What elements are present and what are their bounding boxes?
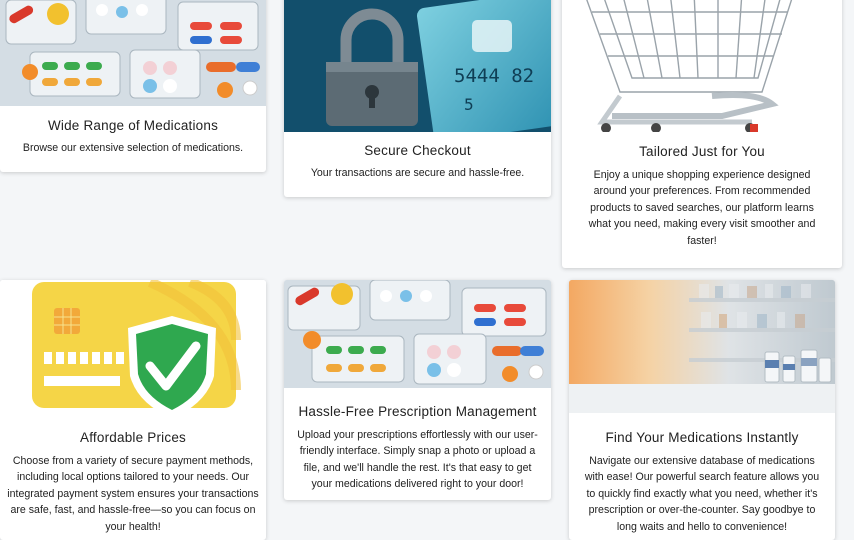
feature-card-tailored: Tailored Just for You Enjoy a unique sho…	[562, 0, 842, 268]
pills-image	[0, 0, 266, 106]
card-title: Hassle-Free Prescription Management	[298, 404, 537, 419]
feature-card-prescription-management: Hassle-Free Prescription Management Uplo…	[284, 280, 551, 500]
card-title: Affordable Prices	[80, 430, 186, 445]
pills-image	[284, 280, 551, 388]
card-title: Tailored Just for You	[639, 144, 765, 159]
feature-card-medications: Wide Range of Medications Browse our ext…	[0, 0, 266, 172]
card-text: Browse our extensive selection of medica…	[22, 142, 244, 154]
card-text: Your transactions are secure and hassle-…	[310, 167, 525, 179]
feature-card-affordable-prices: Affordable Prices Choose from a variety …	[0, 280, 266, 540]
card-title: Secure Checkout	[364, 143, 471, 158]
card-text: Enjoy a unique shopping experience desig…	[588, 169, 816, 247]
card-title: Find Your Medications Instantly	[605, 430, 799, 445]
padlock-credit-card-image: 5444 82 5	[284, 0, 551, 132]
pharmacy-shelf-image	[569, 280, 835, 413]
card-title: Wide Range of Medications	[47, 118, 219, 133]
feature-card-find-medications: Find Your Medications Instantly Navigate…	[569, 280, 835, 540]
card-number-text-2: 5	[464, 95, 474, 114]
card-text: Upload your prescriptions effortlessly w…	[297, 429, 538, 491]
feature-card-secure-checkout: 5444 82 5 Secure Checkout Your transacti…	[284, 0, 551, 197]
card-text: Navigate our extensive database of medic…	[584, 455, 820, 533]
card-text: Choose from a variety of secure payment …	[7, 455, 259, 533]
card-number-text: 5444 82	[454, 65, 534, 87]
shopping-cart-image	[562, 0, 842, 132]
card-shield-checkmark-image	[0, 280, 266, 418]
